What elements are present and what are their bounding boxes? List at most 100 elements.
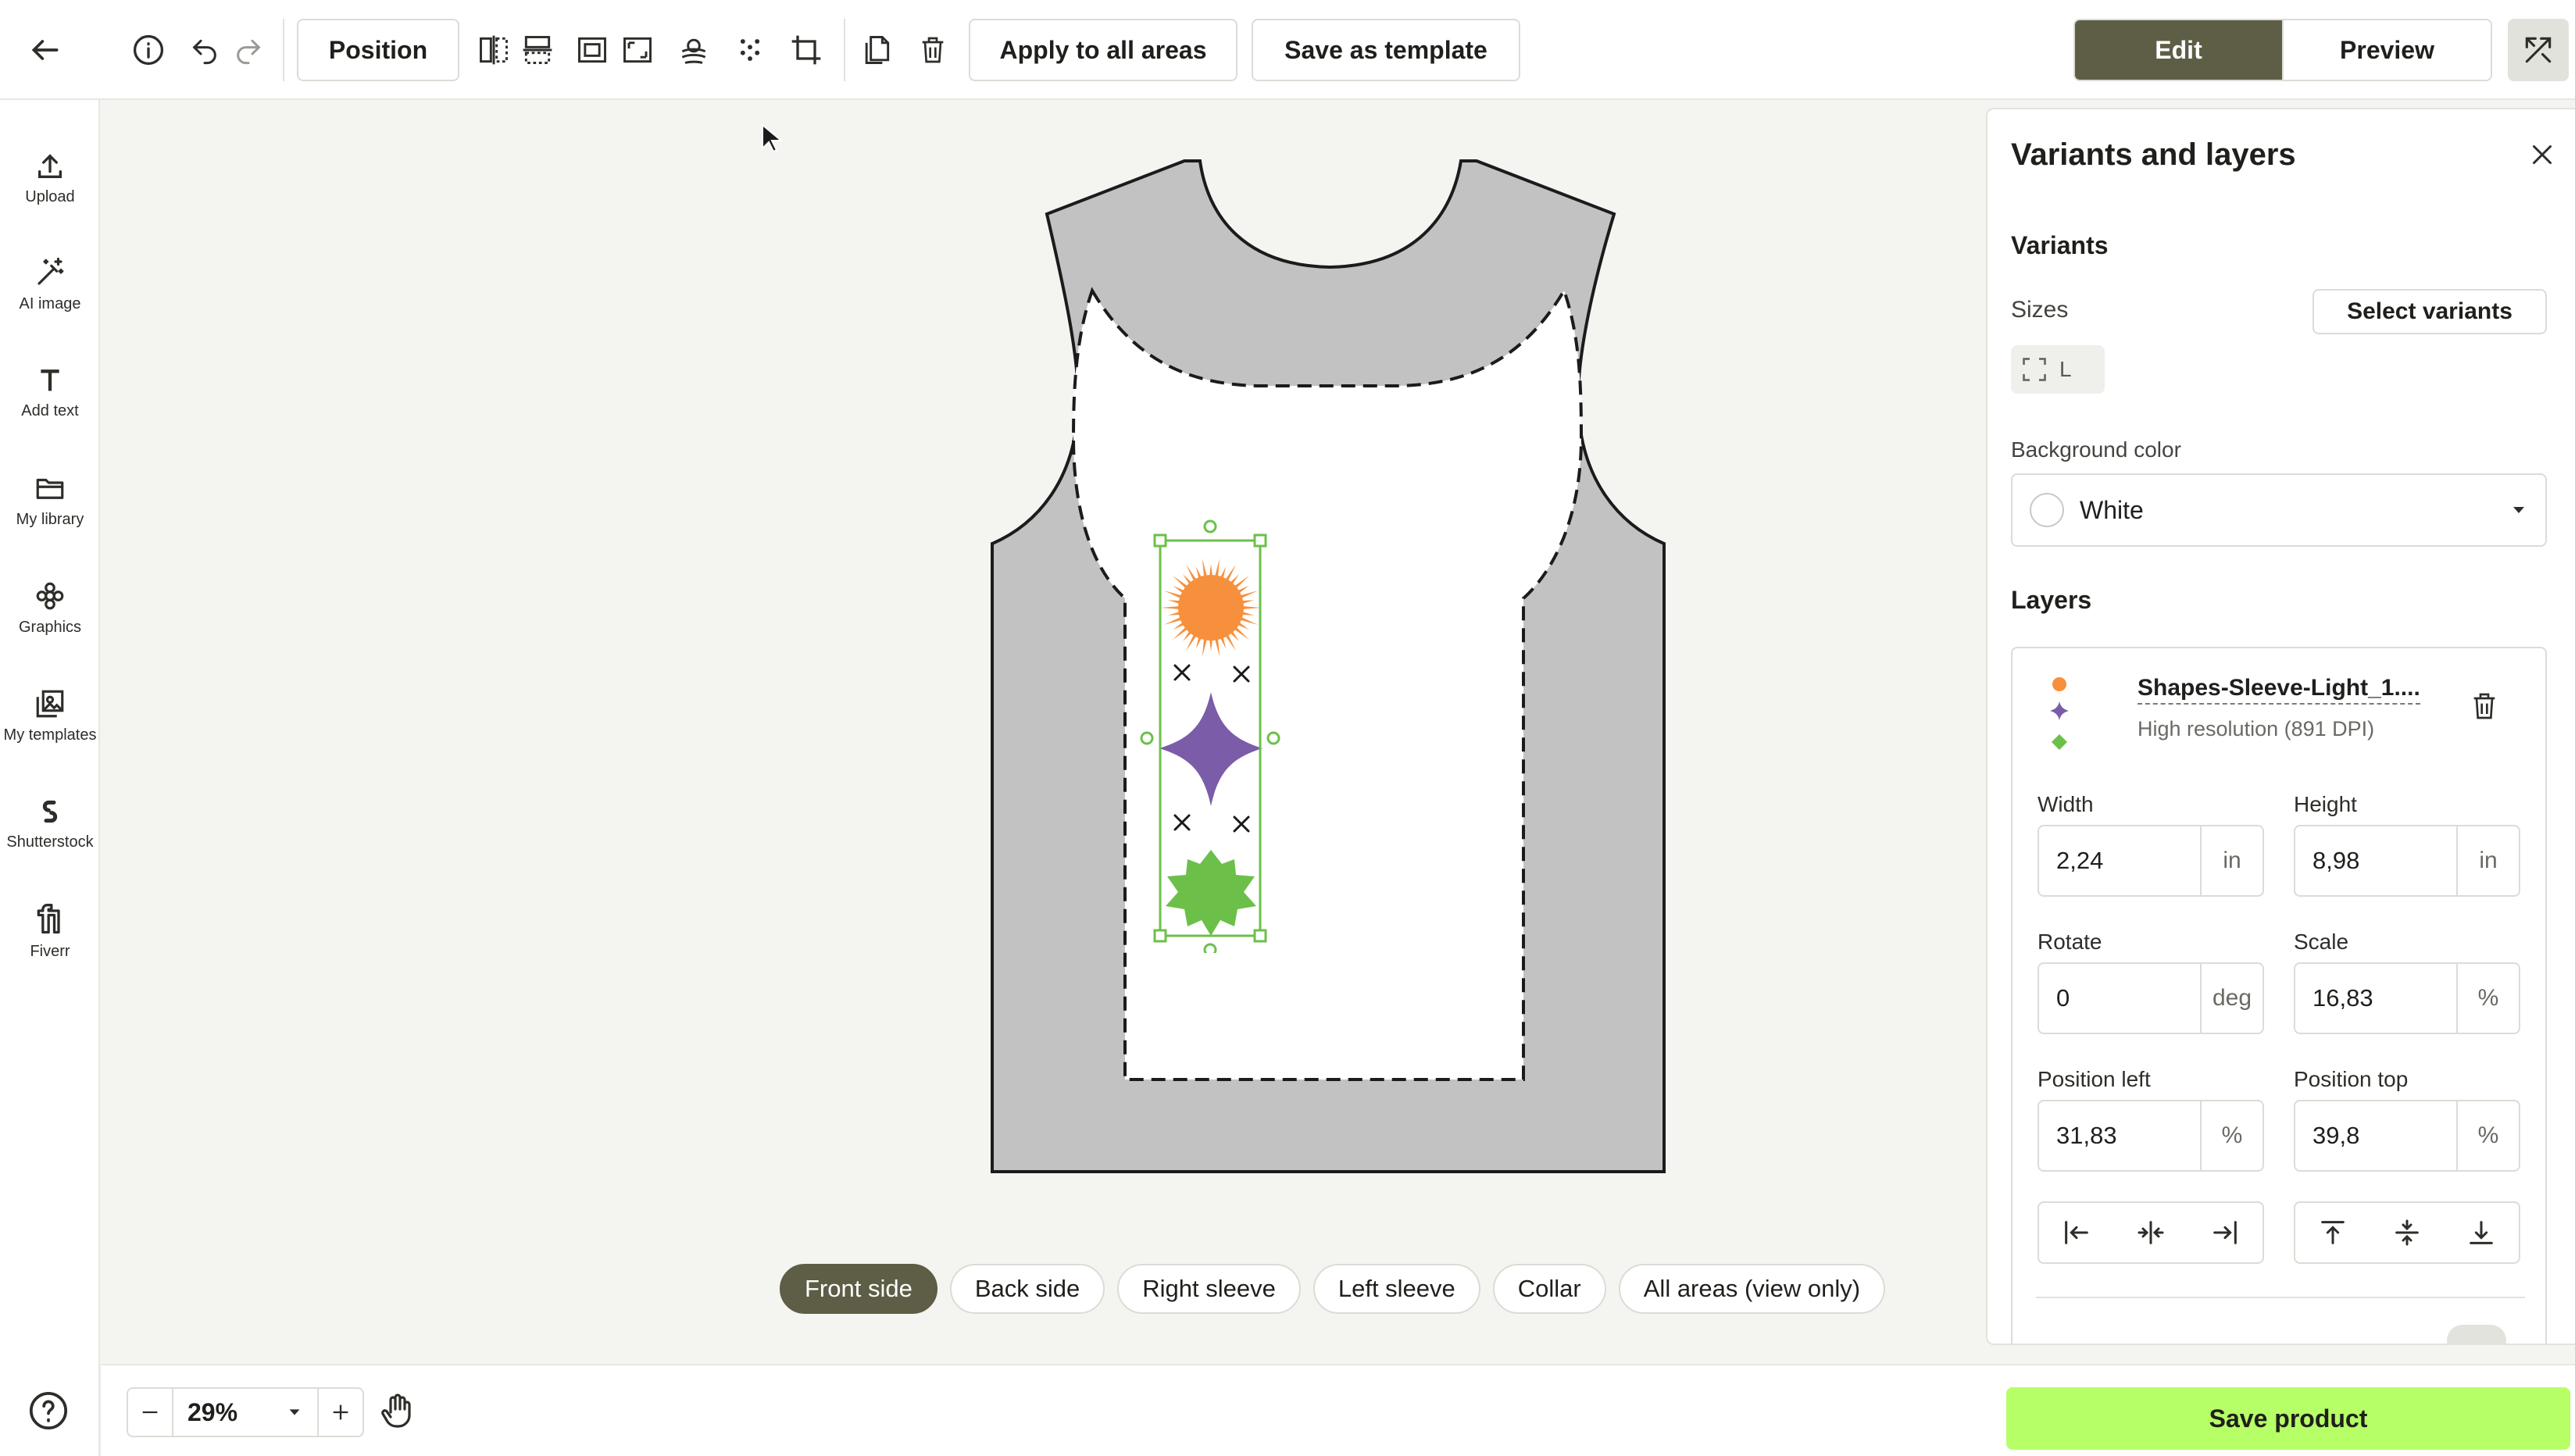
position-button[interactable]: Position bbox=[297, 19, 459, 81]
fiverr-icon bbox=[37, 903, 60, 933]
tab-all-areas[interactable]: All areas (view only) bbox=[1618, 1264, 1886, 1314]
sidebar-item-ai-image[interactable]: AI image bbox=[0, 237, 100, 331]
size-chip[interactable]: L bbox=[2011, 345, 2105, 394]
trash-icon[interactable] bbox=[909, 27, 956, 73]
sun-ray bbox=[1167, 600, 1181, 605]
layer-name[interactable]: Shapes-Sleeve-Light_1.... bbox=[2138, 675, 2420, 705]
sidebar-item-upload[interactable]: Upload bbox=[0, 131, 100, 225]
sun-ray bbox=[1237, 622, 1249, 630]
scale-field[interactable]: 16,83 % bbox=[2294, 962, 2520, 1034]
toolbar-divider bbox=[844, 19, 845, 81]
position-top-unit: % bbox=[2456, 1101, 2519, 1170]
layer-divider bbox=[2036, 1297, 2525, 1298]
save-as-template-button[interactable]: Save as template bbox=[1252, 19, 1520, 81]
apply-to-all-areas-button[interactable]: Apply to all areas bbox=[969, 19, 1238, 81]
vertical-align-group bbox=[2294, 1201, 2520, 1264]
folder-icon bbox=[36, 478, 64, 499]
sun-ray bbox=[1230, 630, 1239, 641]
flip-vertical-icon[interactable] bbox=[514, 27, 561, 73]
mode-switch: Edit Preview bbox=[2073, 19, 2492, 81]
redo-icon[interactable] bbox=[225, 27, 272, 73]
layer-toggle[interactable] bbox=[2447, 1325, 2506, 1344]
close-icon[interactable] bbox=[2528, 141, 2556, 169]
sidebar-item-graphics[interactable]: Graphics bbox=[0, 561, 100, 655]
align-center-vertical-icon[interactable] bbox=[2370, 1203, 2444, 1262]
sidebar-item-my-templates[interactable]: My templates bbox=[0, 669, 100, 762]
sun-ray bbox=[1241, 600, 1255, 605]
zoom-in-icon[interactable] bbox=[319, 1389, 362, 1436]
align-right-icon[interactable] bbox=[2188, 1203, 2262, 1262]
fit-area-icon[interactable] bbox=[569, 27, 616, 73]
position-left-unit: % bbox=[2200, 1101, 2262, 1170]
sidebar-item-label: Fiverr bbox=[30, 942, 70, 960]
sun-ray bbox=[1195, 636, 1202, 649]
sun-ray bbox=[1230, 574, 1239, 585]
trash-icon[interactable] bbox=[2469, 691, 2500, 722]
sun-ray bbox=[1209, 564, 1212, 577]
sun-ray bbox=[1163, 591, 1183, 599]
magic-wand-icon bbox=[38, 257, 64, 285]
position-left-value[interactable]: 31,83 bbox=[2039, 1101, 2200, 1170]
design-canvas[interactable]: Front side Back side Right sleeve Left s… bbox=[102, 102, 1984, 1362]
position-top-field[interactable]: 39,8 % bbox=[2294, 1100, 2520, 1172]
variants-heading: Variants bbox=[2011, 231, 2109, 259]
scale-unit: % bbox=[2456, 964, 2519, 1033]
save-product-button[interactable]: Save product bbox=[2006, 1387, 2570, 1450]
select-variants-button[interactable]: Select variants bbox=[2312, 289, 2547, 334]
flip-horizontal-icon[interactable] bbox=[470, 27, 517, 73]
back-arrow-icon[interactable] bbox=[22, 27, 69, 73]
hand-pan-icon[interactable] bbox=[378, 1392, 416, 1429]
sun-ray bbox=[1202, 637, 1208, 658]
width-value[interactable]: 2,24 bbox=[2039, 826, 2200, 895]
rotate-value[interactable]: 0 bbox=[2039, 964, 2200, 1033]
sidebar-item-label: Upload bbox=[25, 187, 75, 205]
height-field[interactable]: 8,98 in bbox=[2294, 825, 2520, 897]
fill-area-icon[interactable] bbox=[614, 27, 661, 73]
sidebar-item-fiverr[interactable]: Fiverr bbox=[0, 884, 100, 978]
burst-graphic bbox=[1166, 850, 1256, 936]
layer-resolution: High resolution (891 DPI) bbox=[2138, 717, 2375, 740]
selected-design-layer[interactable] bbox=[1102, 516, 1320, 953]
align-left-icon[interactable] bbox=[2039, 1203, 2113, 1262]
tab-right-sleeve[interactable]: Right sleeve bbox=[1117, 1264, 1301, 1314]
sun-ray bbox=[1202, 558, 1208, 578]
layer-card[interactable]: Shapes-Sleeve-Light_1.... High resolutio… bbox=[2011, 647, 2547, 1344]
rotate-unit: deg bbox=[2200, 964, 2262, 1033]
height-value[interactable]: 8,98 bbox=[2295, 826, 2456, 895]
remove-background-icon[interactable] bbox=[670, 27, 717, 73]
rotate-field[interactable]: 0 deg bbox=[2038, 962, 2264, 1034]
width-field[interactable]: 2,24 in bbox=[2038, 825, 2264, 897]
zoom-value: 29% bbox=[188, 1397, 238, 1426]
height-unit: in bbox=[2456, 826, 2519, 895]
duplicate-icon[interactable] bbox=[853, 27, 900, 73]
sidebar-item-my-library[interactable]: My library bbox=[0, 453, 100, 547]
pattern-icon[interactable] bbox=[727, 27, 773, 73]
info-icon[interactable] bbox=[125, 27, 172, 73]
tab-collar[interactable]: Collar bbox=[1492, 1264, 1606, 1314]
scale-value[interactable]: 16,83 bbox=[2295, 964, 2456, 1033]
tab-front-side[interactable]: Front side bbox=[780, 1264, 938, 1314]
align-top-icon[interactable] bbox=[2295, 1203, 2370, 1262]
zoom-out-icon[interactable] bbox=[128, 1389, 172, 1436]
align-bottom-icon[interactable] bbox=[2445, 1203, 2519, 1262]
position-top-value[interactable]: 39,8 bbox=[2295, 1101, 2456, 1170]
position-left-field[interactable]: 31,83 % bbox=[2038, 1100, 2264, 1172]
zoom-control: 29% bbox=[127, 1387, 364, 1437]
flower-icon bbox=[36, 582, 64, 609]
tools-icon[interactable] bbox=[2508, 19, 2569, 81]
caret-down-icon bbox=[2513, 507, 2524, 513]
crop-icon[interactable] bbox=[783, 27, 830, 73]
sidebar-item-add-text[interactable]: Add text bbox=[0, 345, 100, 439]
sidebar-item-shutterstock[interactable]: Shutterstock bbox=[0, 776, 100, 870]
tab-left-sleeve[interactable]: Left sleeve bbox=[1312, 1264, 1480, 1314]
tank-top-mockup[interactable] bbox=[930, 133, 1758, 1242]
edit-mode-tab[interactable]: Edit bbox=[2075, 20, 2282, 80]
background-color-select[interactable]: White bbox=[2011, 473, 2547, 547]
help-icon[interactable] bbox=[27, 1389, 70, 1433]
undo-icon[interactable] bbox=[181, 27, 228, 73]
preview-mode-tab[interactable]: Preview bbox=[2282, 20, 2491, 80]
zoom-select[interactable]: 29% bbox=[172, 1389, 319, 1436]
tab-back-side[interactable]: Back side bbox=[949, 1264, 1105, 1314]
align-center-horizontal-icon[interactable] bbox=[2113, 1203, 2188, 1262]
background-color-value: White bbox=[2080, 495, 2144, 524]
